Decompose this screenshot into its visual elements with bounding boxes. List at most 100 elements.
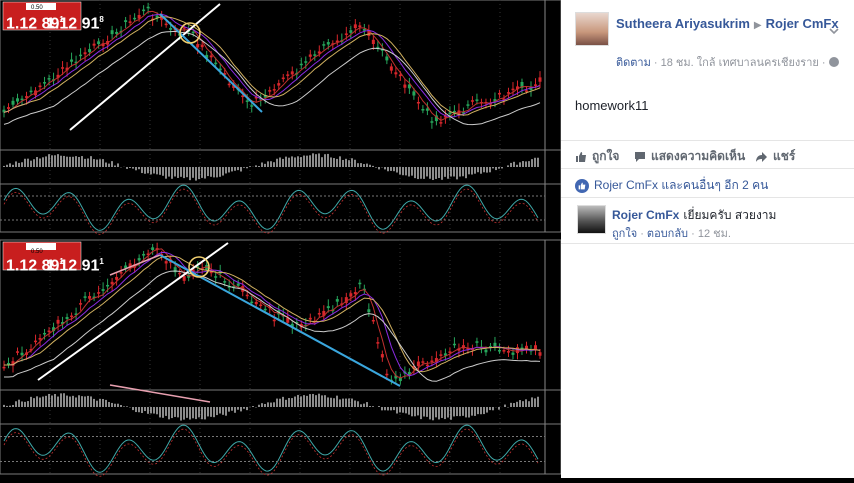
reactions-text: Rojer CmFx และคนอื่นๆ อีก 2 คน <box>594 178 769 192</box>
candle-body <box>29 90 33 93</box>
candle-body <box>119 272 123 274</box>
bottom-ask-price[interactable]: 1.12 911 <box>46 257 104 275</box>
reactions-summary[interactable]: Rojer CmFx และคนอื่นๆ อีก 2 คน <box>575 176 768 195</box>
candle-body <box>430 360 434 362</box>
candle-body <box>439 354 443 356</box>
target-name-link[interactable]: Rojer CmFx <box>766 16 839 31</box>
candle-body <box>538 352 542 356</box>
comment-reply-link[interactable]: ตอบกลับ <box>647 228 688 240</box>
candle-body <box>385 56 389 61</box>
candle-body <box>65 317 69 319</box>
candle-body <box>254 301 258 305</box>
candle-body <box>250 301 254 304</box>
candle-body <box>110 281 114 285</box>
candle-body <box>326 306 330 309</box>
share-label: แชร์ <box>773 149 796 163</box>
candle-body <box>47 330 51 333</box>
divider <box>561 140 854 141</box>
post-body: homework11 <box>575 98 649 113</box>
candle-body <box>389 66 393 71</box>
candle-body <box>304 61 308 63</box>
candle-body <box>214 62 218 65</box>
candle-body <box>376 342 380 344</box>
top-lot-size[interactable]: 0.50 <box>31 5 43 11</box>
candle-body <box>191 31 195 34</box>
candle-body <box>353 24 357 29</box>
candle-body <box>277 83 281 86</box>
candle-body <box>533 345 537 349</box>
candle-body <box>16 351 20 353</box>
candle-body <box>151 247 155 250</box>
candle-body <box>34 340 38 343</box>
divider <box>561 243 854 244</box>
candle-body <box>272 319 276 322</box>
commenter-name-link[interactable]: Rojer CmFx <box>612 208 679 222</box>
candle-body <box>538 77 542 82</box>
candle-body <box>164 261 168 264</box>
facebook-post-panel: Sutheera Ariyasukrim ▶ Rojer CmFx ติดตาม ·… <box>561 0 854 478</box>
candle-body <box>524 345 528 349</box>
post-meta: ติดตาม · 18 ชม. ใกล้ เทศบาลนครเชียงราย · <box>616 53 846 71</box>
candle-body <box>2 366 6 369</box>
divider <box>561 197 854 198</box>
top-ask-price[interactable]: 1.12 918 <box>46 15 104 33</box>
comment-like-link[interactable]: ถูกใจ <box>612 228 637 240</box>
commenter-avatar[interactable] <box>577 205 606 234</box>
candle-body <box>223 281 227 283</box>
candle-body <box>362 29 366 31</box>
candle-body <box>335 299 339 302</box>
candle-body <box>403 84 407 88</box>
comment-text: เยี่ยมครับ สวยงาม <box>683 208 777 222</box>
candle-body <box>524 90 528 92</box>
candle-body <box>448 112 452 115</box>
candle-body <box>200 44 204 48</box>
candle-body <box>236 283 240 286</box>
author-avatar[interactable] <box>575 12 609 46</box>
candle-body <box>115 31 119 34</box>
share-button[interactable]: แชร์ <box>755 147 795 166</box>
candle-body <box>245 294 249 297</box>
candle-body <box>97 292 101 294</box>
candle-body <box>475 99 479 101</box>
chevron-down-icon[interactable] <box>829 26 839 36</box>
follow-link[interactable]: ติดตาม <box>616 57 651 69</box>
like-button[interactable]: ถูกใจ <box>575 147 619 166</box>
candle-body <box>371 39 375 45</box>
author-name-link[interactable]: Sutheera Ariyasukrim <box>616 16 750 31</box>
candle-body <box>326 42 330 45</box>
candle-body <box>106 284 110 287</box>
candle-body <box>349 293 353 297</box>
speech-bubble-icon <box>635 151 645 162</box>
candle-body <box>430 121 434 123</box>
candle-body <box>250 105 254 107</box>
candle-body <box>502 350 506 352</box>
share-arrow-icon <box>756 151 767 162</box>
candle-body <box>43 82 47 84</box>
candle-body <box>20 352 24 356</box>
candle-body <box>214 276 218 278</box>
candle-body <box>268 90 272 92</box>
candle-body <box>196 44 200 48</box>
chart-canvas <box>0 0 562 477</box>
candle-body <box>439 122 443 124</box>
candle-body <box>169 28 173 30</box>
candle-body <box>470 100 474 102</box>
comment-button[interactable]: แสดงความคิดเห็น <box>634 147 745 166</box>
candle-body <box>511 352 515 355</box>
candle-body <box>497 350 501 352</box>
chart-pane <box>0 423 562 475</box>
candle-body <box>259 304 263 307</box>
candle-body <box>421 361 425 363</box>
comment-composer-area[interactable] <box>567 246 846 478</box>
bottom-lot-size[interactable]: 0.50 <box>31 249 43 255</box>
candle-body <box>371 319 375 322</box>
candle-body <box>313 54 317 56</box>
candle-body <box>178 272 182 275</box>
candle-body <box>70 59 74 62</box>
candle-body <box>358 282 362 285</box>
candle-body <box>209 55 213 58</box>
candle-body <box>416 361 420 367</box>
candle-body <box>43 332 47 335</box>
candle-body <box>142 253 146 256</box>
candle-body <box>290 71 294 75</box>
